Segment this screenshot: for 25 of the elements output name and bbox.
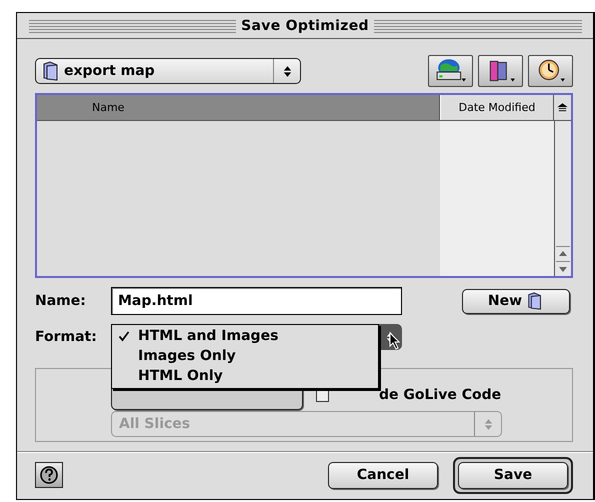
scroll-bar[interactable]	[554, 121, 571, 276]
new-folder-button[interactable]: New	[462, 288, 570, 314]
checkbox-label: de GoLive Code	[379, 387, 502, 403]
dialog-button[interactable]: Cancel	[328, 462, 438, 488]
dialog-button[interactable]: Save	[458, 462, 568, 488]
favorites-button[interactable]	[478, 55, 523, 87]
recent-button[interactable]	[528, 55, 573, 87]
sort-order-icon	[557, 102, 568, 113]
folder-popup[interactable]: export map	[35, 58, 301, 84]
name-label: Name:	[35, 293, 87, 309]
help-icon	[39, 465, 59, 485]
menu-item[interactable]: HTML and Images	[112, 326, 378, 346]
column-header[interactable]: Name	[37, 95, 440, 120]
menu-item[interactable]: HTML Only	[112, 366, 378, 386]
disk-button[interactable]	[428, 55, 473, 87]
mouse-cursor-icon	[389, 332, 401, 350]
window-title: Save Optimized	[236, 18, 374, 34]
folder-icon	[42, 61, 60, 81]
name-field[interactable]: Map.html	[111, 287, 402, 315]
hard-disk-icon	[434, 58, 466, 84]
folder-name: export map	[64, 63, 156, 79]
format-label: Format:	[35, 329, 98, 345]
column-header[interactable]: Date Modified	[440, 95, 554, 120]
help-button[interactable]	[35, 462, 63, 488]
menu-item[interactable]: Images Only	[112, 346, 378, 366]
